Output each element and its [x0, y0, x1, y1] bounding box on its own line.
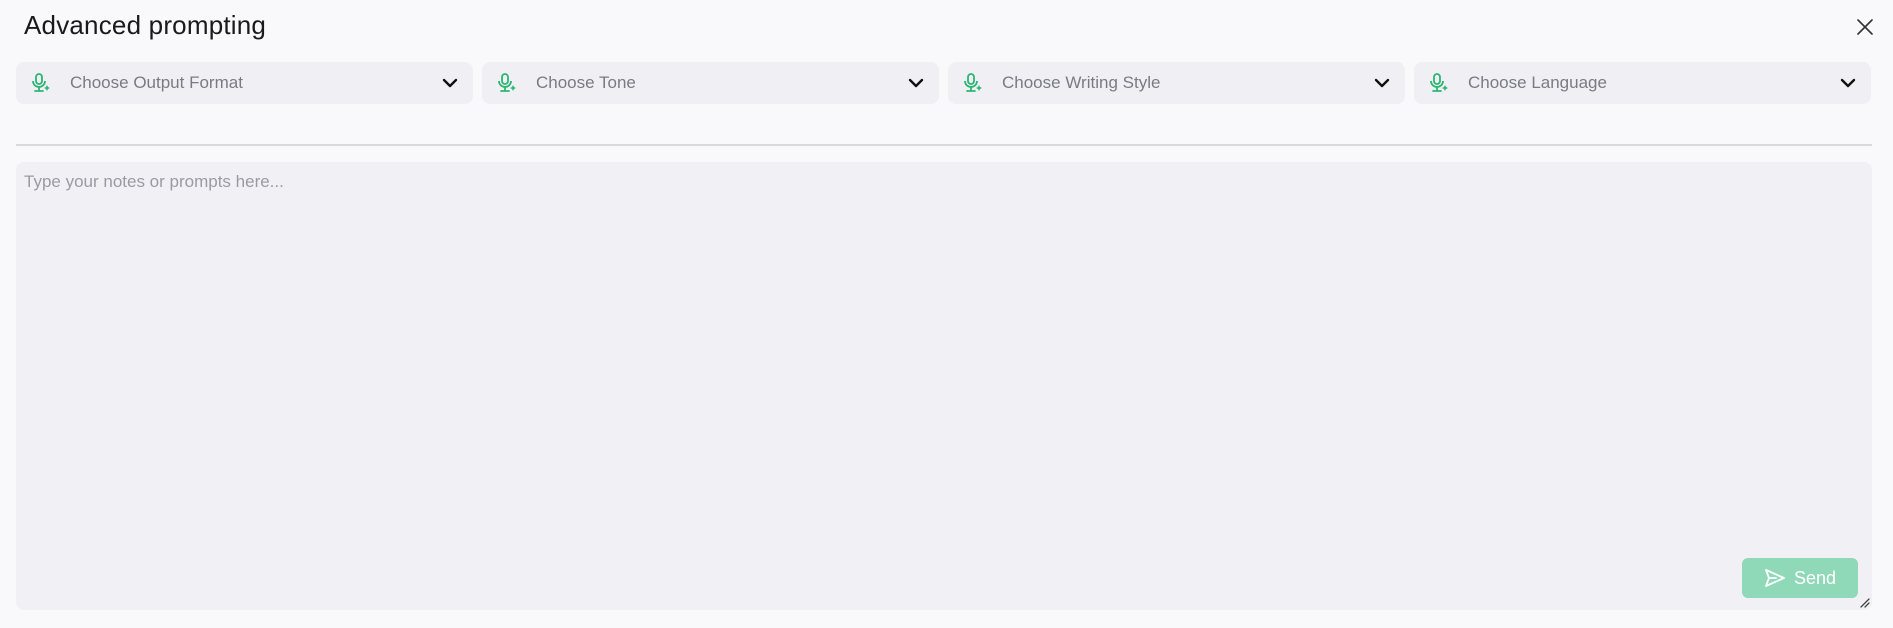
send-label: Send [1793, 567, 1837, 588]
output-format-select[interactable]: Choose Output Format [16, 62, 473, 104]
language-select[interactable]: Choose Language [1414, 62, 1871, 104]
mic-sparkle-icon [30, 72, 52, 94]
mic-sparkle-icon [1428, 72, 1450, 94]
tone-label: Choose Tone [536, 73, 636, 92]
prompt-textarea[interactable] [16, 162, 1872, 610]
writing-style-select[interactable]: Choose Writing Style [948, 62, 1405, 104]
divider [16, 144, 1872, 146]
chevron-down-icon [1839, 74, 1857, 92]
chevron-down-icon [441, 74, 459, 92]
tone-select[interactable]: Choose Tone [482, 62, 939, 104]
chevron-down-icon [907, 74, 925, 92]
mic-sparkle-icon [496, 72, 518, 94]
prompt-options: Choose Output Format Choose Tone Choose … [16, 62, 1871, 104]
language-label: Choose Language [1468, 73, 1607, 92]
close-button[interactable] [1854, 16, 1876, 38]
prompt-editor [16, 162, 1872, 610]
resize-handle[interactable] [1858, 596, 1870, 608]
dialog-title: Advanced prompting [24, 10, 267, 40]
close-icon [1857, 19, 1873, 35]
mic-sparkle-icon [962, 72, 984, 94]
advanced-prompting-dialog: Advanced prompting Choose Output Format [0, 0, 1893, 628]
writing-style-label: Choose Writing Style [1002, 73, 1161, 92]
send-button[interactable]: Send [1742, 558, 1858, 598]
output-format-label: Choose Output Format [70, 73, 243, 92]
chevron-down-icon [1373, 74, 1391, 92]
send-icon [1765, 569, 1785, 587]
